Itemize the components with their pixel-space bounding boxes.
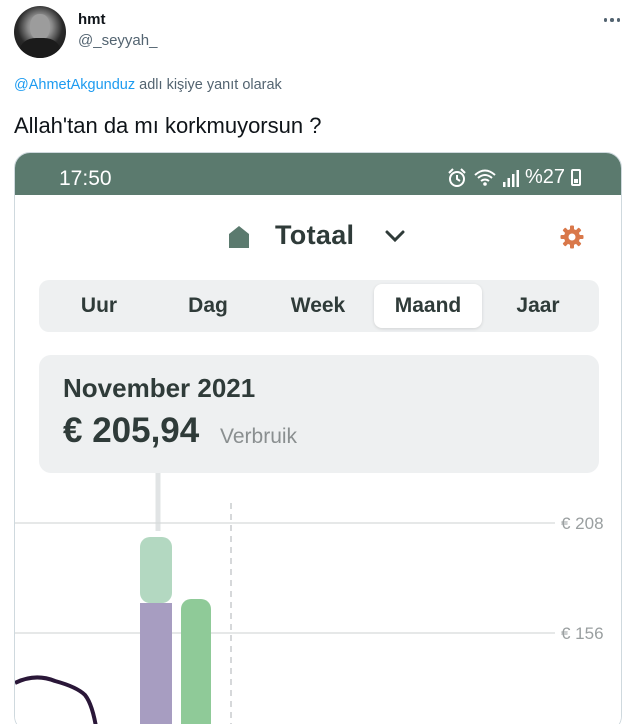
bar-segment[interactable] <box>140 603 172 724</box>
bar-segment[interactable] <box>140 537 172 603</box>
tweet-media-image[interactable]: 17:50 %27 Totaal Uur Dag Week Maand Jaar… <box>14 152 622 724</box>
tweet-header: hmt @_seyyah_ <box>14 6 624 58</box>
period-tabs: Uur Dag Week Maand Jaar <box>39 280 599 332</box>
usage-summary-card: November 2021 € 205,94 Verbruik <box>39 355 599 473</box>
wifi-icon <box>474 169 496 186</box>
status-time: 17:50 <box>59 167 112 190</box>
tab-dag[interactable]: Dag <box>154 284 262 328</box>
location-title[interactable]: Totaal <box>275 220 354 251</box>
summary-amount: € 205,94 <box>63 411 200 450</box>
y-tick-label: € 208 <box>561 514 604 533</box>
bar-segment[interactable] <box>181 599 211 724</box>
reply-context: @AhmetAkgunduz adlı kişiye yanıt olarak <box>14 77 282 93</box>
tab-week[interactable]: Week <box>264 284 372 328</box>
reply-mention-link[interactable]: @AhmetAkgunduz <box>14 77 135 93</box>
signal-icon <box>502 169 519 187</box>
tweet-text: Allah'tan da mı korkmuyorsun ? <box>14 113 322 138</box>
trend-line <box>15 675 98 724</box>
tab-jaar[interactable]: Jaar <box>484 284 592 328</box>
summary-label: Verbruik <box>220 425 298 448</box>
alarm-icon <box>448 167 466 187</box>
avatar[interactable] <box>14 6 66 58</box>
tab-uur[interactable]: Uur <box>45 284 153 328</box>
energy-app-screen: Totaal Uur Dag Week Maand Jaar November … <box>15 195 621 724</box>
status-icons: %27 <box>447 166 581 189</box>
battery-percent: %27 <box>524 166 565 188</box>
usage-bar-chart[interactable]: € 208 € 156 <box>15 473 622 724</box>
tab-maand[interactable]: Maand <box>374 284 482 328</box>
summary-month: November 2021 <box>63 373 256 403</box>
handle[interactable]: @_seyyah_ <box>78 32 157 49</box>
gear-icon[interactable] <box>560 225 584 249</box>
house-icon <box>229 226 249 248</box>
chevron-down-icon[interactable] <box>385 229 405 243</box>
phone-status-bar: 17:50 %27 <box>15 153 621 195</box>
display-name[interactable]: hmt <box>78 11 106 28</box>
more-options-icon[interactable] <box>600 10 624 30</box>
reply-suffix: adlı kişiye yanıt olarak <box>139 77 282 93</box>
battery-icon <box>571 169 581 186</box>
y-tick-label: € 156 <box>561 624 604 643</box>
